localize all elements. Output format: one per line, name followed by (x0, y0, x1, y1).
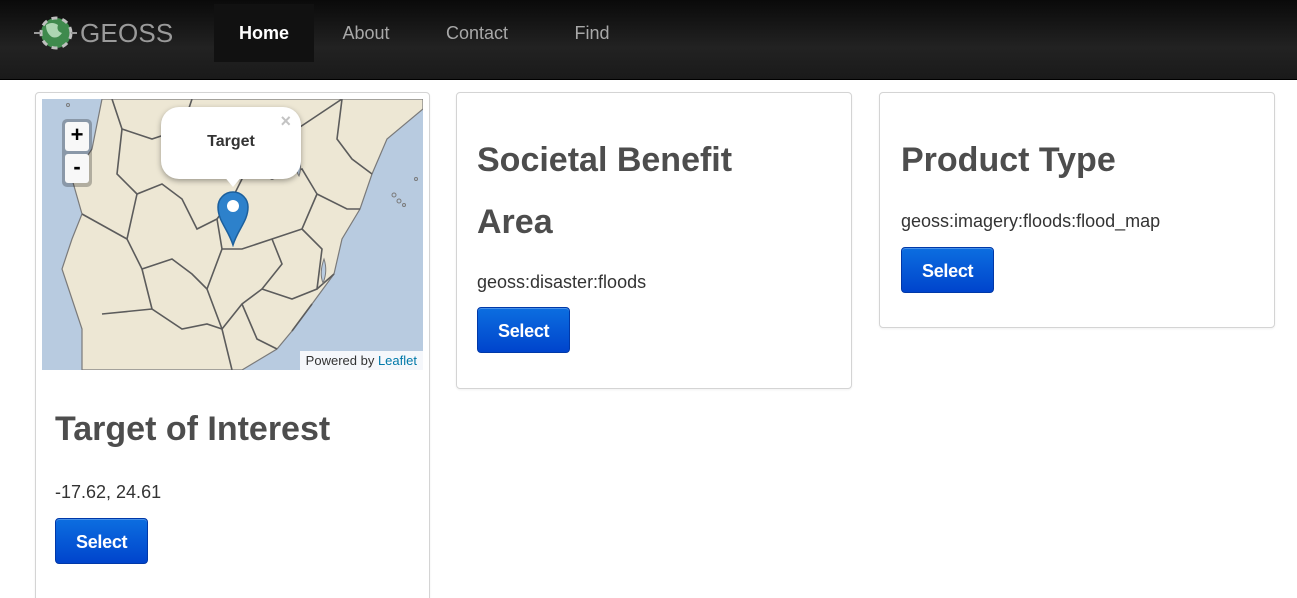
zoom-out-button[interactable]: - (65, 154, 89, 183)
brand-name: GEOSS (80, 17, 174, 48)
zoom-in-button[interactable]: + (65, 122, 89, 151)
target-coordinates: -17.62, 24.61 (55, 482, 162, 502)
nav-home[interactable]: Home (214, 4, 314, 62)
card-title-line2: Area (477, 203, 553, 241)
nav-find[interactable]: Find (546, 4, 638, 62)
sba-value: geoss:disaster:floods (477, 272, 647, 292)
societal-benefit-area-card: Societal Benefit Area geoss:disaster:flo… (456, 92, 852, 389)
nav-contact[interactable]: Contact (424, 4, 530, 62)
product-type-card: Product Type geoss:imagery:floods:flood_… (879, 92, 1275, 328)
popup-close-icon[interactable]: × (280, 111, 291, 132)
select-product-button[interactable]: Select (901, 247, 995, 293)
zoom-control: + - (62, 119, 92, 187)
attribution-text: Powered by (305, 353, 375, 368)
card-title: Target of Interest (55, 410, 331, 448)
nav-about[interactable]: About (325, 4, 407, 62)
brand[interactable]: GEOSS (32, 13, 173, 53)
card-title: Product Type (901, 141, 1116, 179)
leaflet-link[interactable]: Leaflet (378, 353, 417, 368)
popup-title: Target (207, 133, 255, 150)
select-sba-button[interactable]: Select (477, 307, 571, 353)
leaflet-map[interactable]: + - × Target Powered by Leaflet (42, 99, 423, 370)
product-type-value: geoss:imagery:floods:flood_map (901, 211, 1161, 231)
select-target-button[interactable]: Select (55, 518, 149, 564)
map-marker-icon[interactable] (214, 185, 252, 247)
card-title-line1: Societal Benefit (477, 141, 733, 179)
top-navbar: GEOSS Home About Contact Find (0, 0, 1297, 80)
map-attribution: Powered by Leaflet (299, 351, 423, 370)
map-popup: × Target (161, 107, 301, 179)
globe-logo-icon (34, 16, 77, 50)
target-of-interest-card: + - × Target Powered by Leaflet Target o… (35, 92, 430, 598)
